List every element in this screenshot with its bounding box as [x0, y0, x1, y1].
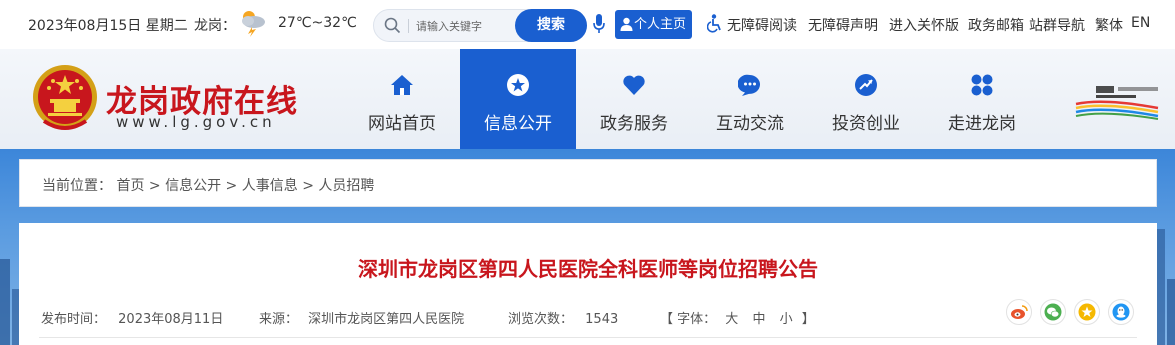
breadcrumb-personnel-info[interactable]: 人事信息	[242, 178, 298, 194]
views-info: 浏览次数： 1543	[508, 308, 618, 327]
breadcrumb-separator: >	[225, 178, 238, 194]
link-accessible-reading[interactable]: 无障碍阅读	[727, 15, 797, 35]
national-emblem-icon[interactable]	[30, 63, 100, 135]
share-weibo-button[interactable]	[1006, 299, 1032, 325]
source-value: 深圳市龙岗区第四人民医院	[308, 312, 465, 327]
investment-icon	[855, 74, 877, 96]
publish-label: 发布时间：	[41, 312, 107, 327]
article-title: 深圳市龙岗区第四人民医院全科医师等岗位招聘公告	[358, 257, 818, 281]
weather-city: 龙岗：	[194, 18, 236, 34]
grid-icon	[971, 74, 993, 96]
nav-info-disclosure-label: 信息公开	[484, 114, 552, 134]
link-english[interactable]: EN	[1131, 15, 1150, 31]
chat-icon	[738, 74, 760, 96]
personal-homepage-button[interactable]: 个人主页	[615, 10, 692, 39]
search-input[interactable]	[416, 16, 511, 36]
breadcrumb-home[interactable]: 首页	[116, 178, 144, 194]
search-divider	[408, 19, 409, 33]
font-size-small[interactable]: 小	[780, 312, 793, 327]
search-box: 搜索	[373, 9, 587, 42]
main-navigation: 网站首页 信息公开 政务服务 互动交流 投资创业 走进龙岗	[344, 49, 1040, 149]
home-icon	[391, 75, 413, 95]
search-icon	[384, 17, 401, 34]
accessibility-icon	[707, 14, 721, 33]
search-button[interactable]: 搜索	[515, 9, 587, 42]
weibo-icon	[1011, 305, 1028, 319]
nav-interaction[interactable]: 互动交流	[692, 49, 808, 149]
meta-divider	[39, 337, 1137, 338]
shenzhen-china-logo[interactable]	[1074, 84, 1160, 120]
publish-date: 2023年08月11日	[118, 312, 224, 327]
source-label: 来源：	[259, 312, 299, 327]
breadcrumb-info-disclosure[interactable]: 信息公开	[165, 178, 221, 194]
breadcrumb-separator: >	[148, 178, 161, 194]
microphone-icon[interactable]	[592, 13, 606, 35]
font-size-close: 】	[801, 312, 815, 327]
breadcrumb-separator: >	[302, 178, 314, 194]
weather-temperature: 27℃~32℃	[278, 15, 357, 31]
link-gov-mailbox[interactable]: 政务邮箱	[968, 15, 1024, 35]
heart-icon	[623, 75, 645, 95]
nav-investment-label: 投资创业	[832, 114, 900, 134]
site-url: www.lg.gov.cn	[116, 113, 276, 131]
nav-about-longgang-label: 走进龙岗	[948, 114, 1016, 134]
views-label: 浏览次数：	[508, 312, 574, 327]
share-wechat-button[interactable]	[1040, 299, 1066, 325]
info-star-icon	[507, 74, 529, 96]
nav-gov-services[interactable]: 政务服务	[576, 49, 692, 149]
top-utility-bar: 2023年08月15日 星期二 龙岗： 27℃~32℃ 搜索 个人主页 无障碍阅…	[0, 0, 1175, 49]
nav-gov-services-label: 政务服务	[600, 114, 668, 134]
personal-homepage-label: 个人主页	[634, 17, 687, 32]
nav-about-longgang[interactable]: 走进龙岗	[924, 49, 1040, 149]
link-traditional-chinese[interactable]: 繁体	[1095, 15, 1123, 35]
share-qq-button[interactable]	[1108, 299, 1134, 325]
link-site-navigation[interactable]: 站群导航	[1029, 15, 1085, 35]
qq-icon	[1112, 303, 1130, 321]
font-size-medium[interactable]: 中	[752, 312, 765, 327]
views-count: 1543	[585, 312, 619, 327]
nav-interaction-label: 互动交流	[716, 114, 784, 134]
nav-investment[interactable]: 投资创业	[808, 49, 924, 149]
star-icon	[1078, 303, 1096, 321]
breadcrumb: 当前位置： 首页 > 信息公开 > 人事信息 > 人员招聘	[19, 159, 1157, 207]
share-favorite-button[interactable]	[1074, 299, 1100, 325]
publish-info: 发布时间： 2023年08月11日	[41, 308, 223, 327]
font-size-label: 【 字体：	[660, 312, 717, 327]
font-size-large[interactable]: 大	[725, 312, 738, 327]
nav-info-disclosure[interactable]: 信息公开	[460, 49, 576, 149]
link-accessibility-statement[interactable]: 无障碍声明	[808, 15, 878, 35]
font-size-selector: 【 字体： 大 中 小 】	[660, 308, 815, 327]
article-card: 深圳市龙岗区第四人民医院全科医师等岗位招聘公告 发布时间： 2023年08月11…	[19, 223, 1157, 345]
source-info: 来源： 深圳市龙岗区第四人民医院	[259, 308, 464, 327]
weather-thunder-icon	[242, 11, 265, 37]
user-icon	[620, 17, 633, 31]
current-date: 2023年08月15日 星期二	[28, 18, 188, 34]
link-care-version[interactable]: 进入关怀版	[889, 15, 959, 35]
wechat-icon	[1044, 303, 1062, 321]
breadcrumb-label: 当前位置：	[42, 178, 112, 194]
breadcrumb-recruitment[interactable]: 人员招聘	[318, 178, 374, 194]
nav-home[interactable]: 网站首页	[344, 49, 460, 149]
nav-home-label: 网站首页	[368, 114, 436, 134]
